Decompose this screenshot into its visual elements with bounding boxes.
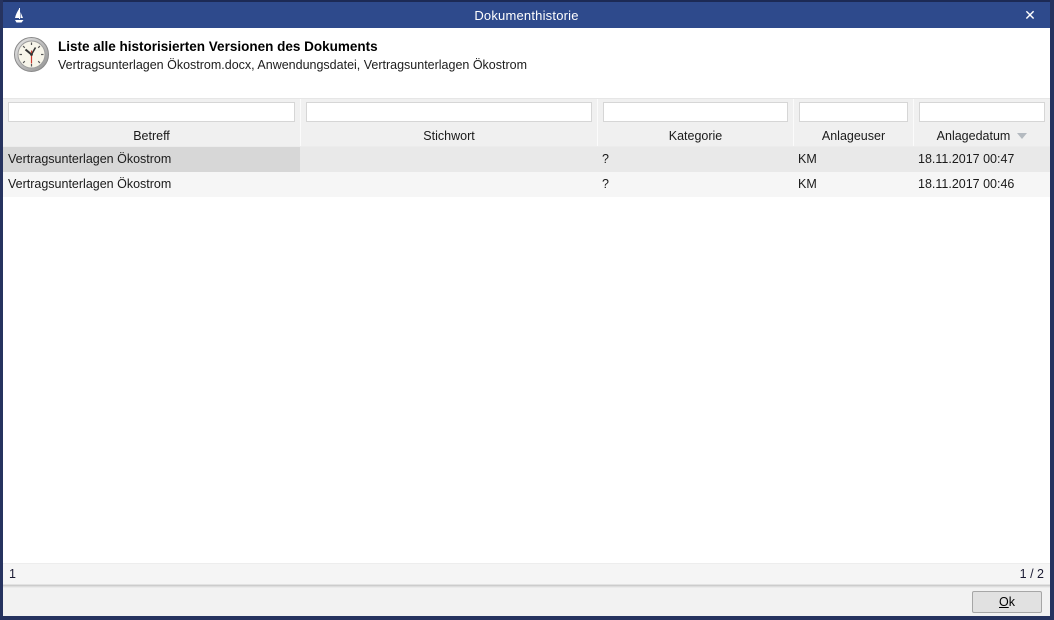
filter-cell-anlageuser <box>793 99 913 125</box>
close-icon[interactable]: ✕ <box>1018 5 1042 26</box>
filter-cell-betreff <box>3 99 300 125</box>
cell-betreff[interactable]: Vertragsunterlagen Ökostrom <box>3 147 300 172</box>
cell-anlagedatum[interactable]: 18.11.2017 00:46 <box>913 172 1050 197</box>
column-header-label: Kategorie <box>669 129 723 143</box>
column-header-label: Stichwort <box>423 129 474 143</box>
cell-betreff[interactable]: Vertragsunterlagen Ökostrom <box>3 172 300 197</box>
sort-desc-icon <box>1017 133 1027 139</box>
column-header-label: Betreff <box>133 129 170 143</box>
column-header-anlageuser[interactable]: Anlageuser <box>793 125 913 146</box>
page-title: Liste alle historisierten Versionen des … <box>58 39 527 54</box>
table-row[interactable]: Vertragsunterlagen Ökostrom ? KM 18.11.2… <box>3 172 1050 197</box>
filter-input-stichwort[interactable] <box>306 102 592 122</box>
table-row[interactable]: Vertragsunterlagen Ökostrom ? KM 18.11.2… <box>3 147 1050 172</box>
button-panel: Ok <box>3 588 1050 616</box>
cell-kategorie[interactable]: ? <box>597 147 793 172</box>
header-texts: Liste alle historisierten Versionen des … <box>58 36 527 72</box>
table-empty-area <box>3 197 1050 563</box>
column-header-kategorie[interactable]: Kategorie <box>597 125 793 146</box>
cell-stichwort[interactable] <box>300 147 597 172</box>
cell-anlageuser[interactable]: KM <box>793 147 913 172</box>
status-page-indicator: 1 / 2 <box>1020 567 1044 581</box>
window-title: Dokumenthistorie <box>3 8 1050 23</box>
filter-row <box>3 98 1050 125</box>
ok-button[interactable]: Ok <box>972 591 1042 613</box>
header-panel: Liste alle historisierten Versionen des … <box>3 28 1050 98</box>
cell-anlageuser[interactable]: KM <box>793 172 913 197</box>
titlebar: Dokumenthistorie ✕ <box>3 0 1050 28</box>
filter-cell-anlagedatum <box>913 99 1050 125</box>
column-header-label: Anlagedatum <box>937 129 1011 143</box>
column-header-row: Betreff Stichwort Kategorie Anlageuser A… <box>3 125 1050 147</box>
status-row-count: 1 <box>9 567 16 581</box>
sailboat-icon <box>12 7 26 24</box>
column-header-stichwort[interactable]: Stichwort <box>300 125 597 146</box>
ok-button-label-rest: k <box>1009 595 1015 609</box>
filter-input-anlagedatum[interactable] <box>919 102 1045 122</box>
filter-input-anlageuser[interactable] <box>799 102 908 122</box>
status-bar: 1 1 / 2 <box>3 563 1050 584</box>
column-header-anlagedatum[interactable]: Anlagedatum <box>913 125 1050 146</box>
cell-kategorie[interactable]: ? <box>597 172 793 197</box>
cell-stichwort[interactable] <box>300 172 597 197</box>
column-header-label: Anlageuser <box>822 129 885 143</box>
cell-anlagedatum[interactable]: 18.11.2017 00:47 <box>913 147 1050 172</box>
filter-cell-stichwort <box>300 99 597 125</box>
filter-input-betreff[interactable] <box>8 102 295 122</box>
filter-input-kategorie[interactable] <box>603 102 788 122</box>
column-header-betreff[interactable]: Betreff <box>3 125 300 146</box>
page-subtitle: Vertragsunterlagen Ökostrom.docx, Anwend… <box>58 58 527 72</box>
clock-history-icon <box>13 36 50 73</box>
ok-button-accesskey: O <box>999 595 1009 609</box>
filter-cell-kategorie <box>597 99 793 125</box>
dialog-window: Dokumenthistorie ✕ <box>0 0 1054 620</box>
